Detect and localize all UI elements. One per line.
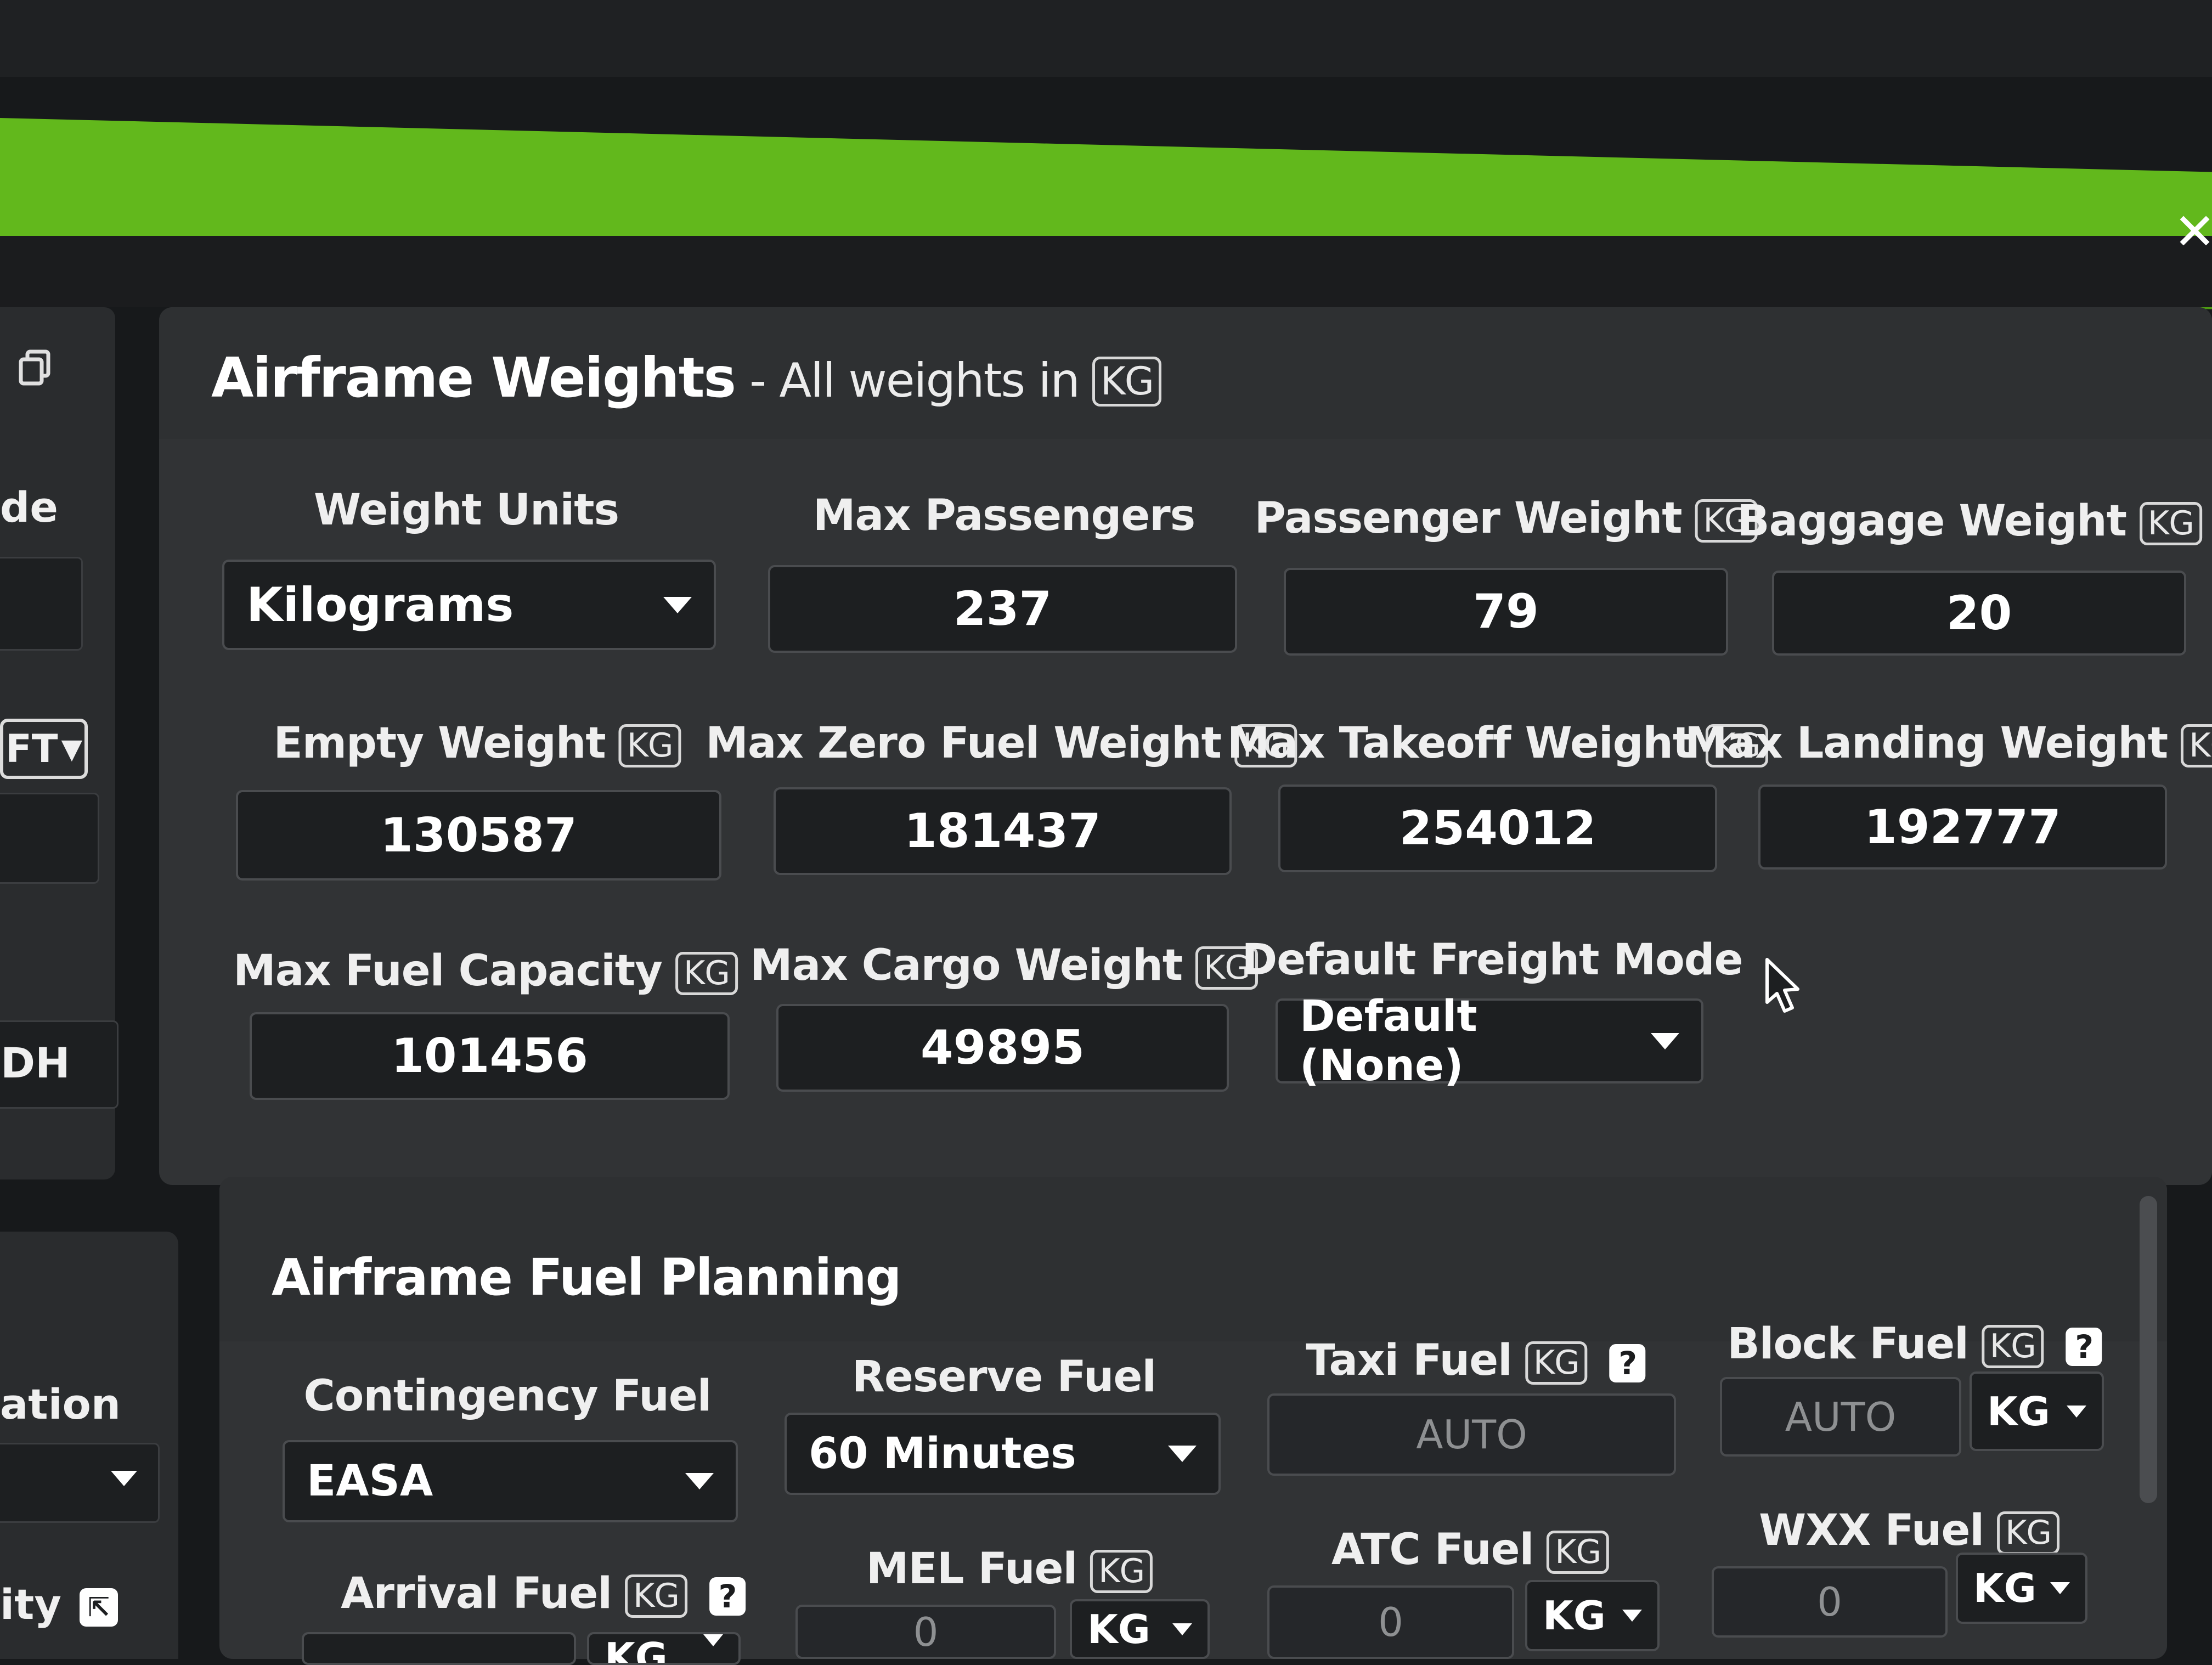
max-fuel-capacity-label: Max Fuel Capacity KG <box>233 946 738 996</box>
block-fuel-input[interactable]: AUTO <box>1720 1377 1961 1457</box>
unit-badge: KG <box>625 1574 687 1618</box>
chevron-down-icon <box>1172 1623 1192 1635</box>
mel-fuel-label: MEL Fuel KG <box>866 1544 1153 1594</box>
taxi-fuel-input[interactable]: AUTO <box>1267 1393 1676 1476</box>
max-landing-weight-input[interactable]: 192777 <box>1758 784 2167 870</box>
monitor-bezel <box>0 0 2212 77</box>
chevron-down-icon <box>2067 1405 2086 1418</box>
unit-badge: KG <box>1090 1550 1153 1594</box>
weight-units-select[interactable]: Kilograms <box>222 560 716 650</box>
taxi-fuel-label: Taxi Fuel KG? <box>1306 1336 1646 1385</box>
arrival-fuel-unit-select[interactable]: KG <box>587 1632 741 1665</box>
max-fuel-capacity-input[interactable]: 101456 <box>250 1012 730 1100</box>
max-zero-fuel-weight-input[interactable]: 181437 <box>774 787 1232 875</box>
mouse-cursor-icon <box>1765 958 1799 1013</box>
unit-badge: KG <box>2139 502 2202 546</box>
passenger-weight-label: Passenger Weight KG <box>1255 494 1758 543</box>
unit-badge: KG <box>618 724 681 768</box>
contingency-fuel-select[interactable]: EASA <box>283 1440 738 1522</box>
contingency-fuel-label: Contingency Fuel <box>303 1371 712 1421</box>
panel-title: Airframe Fuel Planning <box>272 1248 902 1307</box>
panel-title: Airframe Weights - All weights in KG <box>211 346 1162 410</box>
unit-badge: KG <box>675 952 738 996</box>
max-passengers-input[interactable]: 237 <box>768 565 1237 653</box>
atc-fuel-label: ATC Fuel KG <box>1331 1525 1610 1574</box>
sidebar-input[interactable] <box>0 557 83 651</box>
max-landing-weight-label: Max Landing WeightKG <box>1685 719 2212 768</box>
close-icon[interactable]: ✕ <box>2174 207 2212 257</box>
block-fuel-unit-select[interactable]: KG <box>1970 1371 2104 1451</box>
help-icon[interactable]: ? <box>2066 1327 2102 1366</box>
reserve-fuel-select[interactable]: 60 Minutes <box>785 1413 1221 1495</box>
chevron-down-icon <box>111 1471 137 1486</box>
copy-icon[interactable] <box>16 348 55 387</box>
help-icon[interactable]: ? <box>709 1577 746 1616</box>
sidebar-label-ity: ity <box>0 1580 61 1629</box>
external-link-icon[interactable]: ⇱ <box>80 1588 118 1627</box>
sidebar-label-de: de <box>0 483 58 532</box>
max-zero-fuel-weight-label: Max Zero Fuel Weight KG <box>706 719 1297 768</box>
wxx-fuel-label: WXX Fuel KG <box>1759 1506 2059 1555</box>
chevron-down-icon <box>1651 1032 1679 1049</box>
mel-fuel-unit-select[interactable]: KG <box>1070 1599 1210 1659</box>
sidebar-unit-select[interactable]: FT ▼ <box>0 719 88 779</box>
sidebar-input-dh[interactable]: DH <box>0 1020 119 1109</box>
chevron-down-icon <box>1622 1610 1642 1622</box>
unit-badge: KG <box>1981 1325 2044 1369</box>
chevron-down-icon: ▼ <box>61 733 83 765</box>
sidebar-select[interactable] <box>0 1443 160 1523</box>
default-freight-mode-select[interactable]: Default (None) <box>1276 992 1703 1091</box>
max-passengers-label: Max Passengers <box>812 491 1195 540</box>
empty-weight-input[interactable]: 130587 <box>236 790 721 881</box>
baggage-weight-input[interactable]: 20 <box>1772 571 2186 656</box>
atc-fuel-input[interactable]: 0 <box>1267 1585 1514 1659</box>
block-fuel-label: Block Fuel KG? <box>1727 1319 2102 1369</box>
unit-badge: KG <box>2181 724 2212 768</box>
wxx-fuel-unit-select[interactable]: KG <box>1956 1553 2087 1624</box>
chevron-down-icon <box>685 1473 714 1489</box>
weight-units-label: Weight Units <box>313 486 619 535</box>
chevron-down-icon <box>2050 1582 2070 1594</box>
reserve-fuel-label: Reserve Fuel <box>851 1352 1156 1402</box>
arrival-fuel-input[interactable] <box>302 1632 576 1665</box>
max-takeoff-weight-input[interactable]: 254012 <box>1278 784 1717 872</box>
chevron-down-icon <box>663 596 692 613</box>
passenger-weight-input[interactable]: 79 <box>1284 568 1728 656</box>
scrollbar[interactable] <box>2140 1196 2157 1503</box>
default-freight-mode-label: Default Freight Mode <box>1242 935 1743 985</box>
atc-fuel-unit-select[interactable]: KG <box>1525 1580 1660 1651</box>
sidebar-input-2[interactable] <box>0 793 99 884</box>
unit-badge: KG <box>1997 1511 2059 1555</box>
sidebar-label-ation: ation <box>0 1380 121 1429</box>
wxx-fuel-input[interactable]: 0 <box>1712 1566 1948 1638</box>
header-shadow <box>0 236 2212 307</box>
mel-fuel-input[interactable]: 0 <box>795 1605 1056 1659</box>
unit-badge: KG <box>1092 357 1162 407</box>
max-cargo-weight-label: Max Cargo Weight KG <box>750 941 1259 990</box>
max-cargo-weight-input[interactable]: 49895 <box>776 1004 1229 1092</box>
baggage-weight-label: Baggage Weight KG <box>1737 496 2202 546</box>
empty-weight-label: Empty Weight KG <box>273 719 681 768</box>
chevron-down-icon <box>703 1634 723 1646</box>
help-icon[interactable]: ? <box>1609 1344 1646 1382</box>
unit-badge: KG <box>1547 1531 1610 1574</box>
unit-badge: KG <box>1525 1341 1588 1385</box>
panel-subtitle: - All weights in <box>749 353 1080 408</box>
arrival-fuel-label: Arrival Fuel KG? <box>341 1569 746 1618</box>
chevron-down-icon <box>1168 1446 1197 1462</box>
